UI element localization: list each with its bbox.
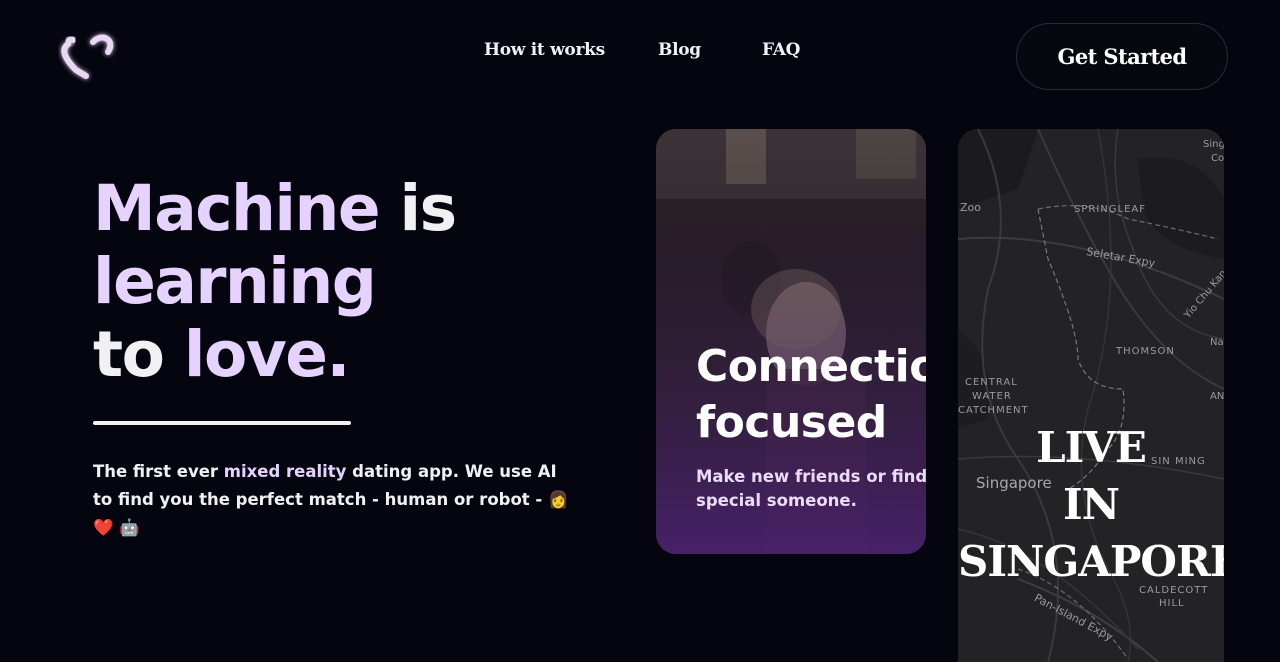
live-line-1: LIVE [1036,423,1147,472]
main-nav: How it works Blog FAQ [484,40,800,60]
live-in-singapore-heading: LIVE IN SINGAPORE [958,419,1224,590]
map-label-co: Co [1211,153,1224,164]
map-label-central: CENTRAL [965,377,1018,388]
hero-title-machine: Machine [93,172,381,245]
map-label-springleaf: SPRINGLEAF [1074,204,1146,215]
map-label-na: Na [1210,337,1224,348]
get-started-button[interactable]: Get Started [1016,23,1228,90]
hero-title-love: love. [183,318,351,391]
hero-section: Machine is learning to love. [93,172,458,391]
live-line-3: SINGAPORE [958,537,1224,586]
hero-description: The first ever mixed reality dating app.… [93,458,573,542]
hero-title-learning: learning [93,245,377,318]
hero-title: Machine is learning to love. [93,172,458,391]
map-label-sing: Sing [1203,139,1224,150]
map-label-an: AN [1210,391,1224,402]
hero-divider [93,421,351,425]
hero-title-to: to [93,318,184,391]
card-text: Make new friends or find tha special some… [696,465,926,513]
card-title: Connectio focused [696,339,926,451]
desc-mixed-reality: mixed reality [223,462,347,481]
singapore-map-card[interactable]: Zoo SPRINGLEAF Seletar Expy Yio Chu Kan … [958,129,1224,662]
map-label-water: WATER [972,391,1012,402]
card-title-line-1: Connectio [696,341,926,392]
desc-part-1: The first ever [93,462,224,481]
nav-blog[interactable]: Blog [658,40,762,60]
heart-logo-icon [61,34,114,79]
nav-faq[interactable]: FAQ [762,40,800,60]
hero-title-is: is [379,172,458,245]
map-label-thomson: THOMSON [1116,346,1175,357]
live-line-2: IN [1062,480,1120,529]
map-label-zoo: Zoo [960,201,981,214]
nav-how-it-works[interactable]: How it works [484,40,658,60]
card-text-line-2: special someone. [696,491,857,510]
card-text-line-1: Make new friends or find tha [696,467,926,486]
connection-card[interactable]: Connectio focused Make new friends or fin… [656,129,926,554]
map-label-hill: HILL [1159,598,1185,609]
card-title-line-2: focused [696,397,887,448]
logo[interactable] [58,30,118,84]
map-label-catchment: CATCHMENT [958,405,1029,416]
